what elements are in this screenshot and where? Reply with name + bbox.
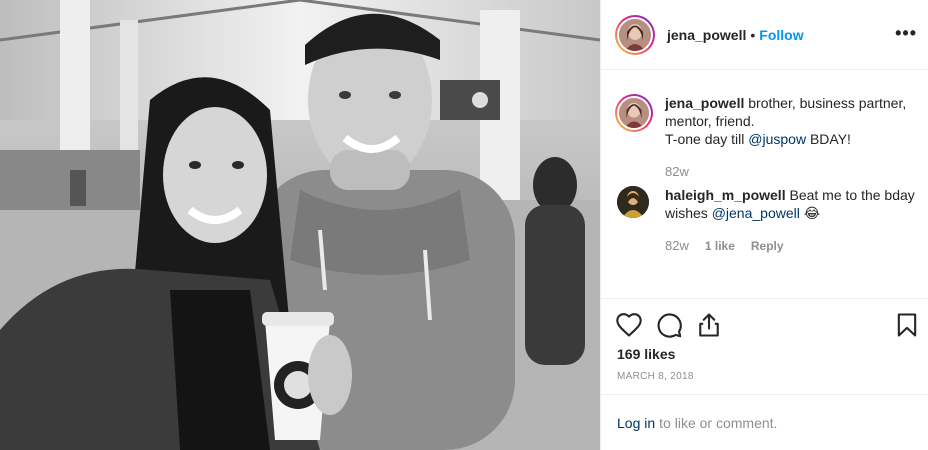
login-prompt: Log in to like or comment.: [601, 394, 928, 450]
caption-time[interactable]: 82w: [665, 163, 689, 181]
reply-button[interactable]: Reply: [751, 237, 784, 255]
avatar-photo: [619, 18, 651, 51]
comments-section: jena_powell brother, business partner, m…: [601, 70, 928, 298]
caption-mention[interactable]: @juspow: [748, 131, 806, 147]
laughing-emoji-icon: 😂: [803, 205, 821, 221]
bookmark-icon[interactable]: [893, 311, 921, 339]
caption-avatar[interactable]: [615, 94, 653, 132]
follow-button[interactable]: Follow: [759, 27, 803, 43]
comment-item: haleigh_m_powell Beat me to the bday wis…: [615, 186, 917, 255]
likes-count[interactable]: 169 likes: [617, 346, 675, 362]
caption-text-3: BDAY!: [809, 131, 851, 147]
author-avatar[interactable]: [615, 14, 655, 55]
share-icon[interactable]: [695, 311, 723, 339]
post-side-panel: jena_powell • Follow ••• jena_powell bro…: [600, 0, 928, 450]
comment-time[interactable]: 82w: [665, 237, 689, 255]
avatar-photo: [617, 186, 649, 218]
heart-icon[interactable]: [615, 311, 643, 339]
comment-icon[interactable]: [655, 311, 683, 339]
commenter-username[interactable]: haleigh_m_powell: [665, 187, 786, 203]
caption-username[interactable]: jena_powell: [665, 95, 744, 111]
comment-mention[interactable]: @jena_powell: [712, 205, 800, 221]
more-options-icon[interactable]: •••: [895, 24, 917, 42]
caption-text-2: T-one day till: [665, 131, 745, 147]
commenter-avatar[interactable]: [617, 186, 649, 218]
post-date[interactable]: MARCH 8, 2018: [617, 371, 694, 382]
action-icons: [615, 311, 735, 339]
post-header: jena_powell • Follow •••: [601, 0, 928, 70]
author-username[interactable]: jena_powell: [667, 27, 746, 43]
avatar-photo: [619, 98, 649, 128]
separator-dot: •: [750, 26, 756, 43]
caption: jena_powell brother, business partner, m…: [615, 94, 923, 181]
post-actions: 169 likes MARCH 8, 2018: [601, 298, 928, 394]
post-photo[interactable]: [0, 0, 600, 450]
comment-likes[interactable]: 1 like: [705, 237, 735, 255]
login-prompt-text: to like or comment.: [659, 414, 778, 431]
login-link[interactable]: Log in: [617, 415, 655, 431]
photo-illustration: [0, 0, 600, 450]
